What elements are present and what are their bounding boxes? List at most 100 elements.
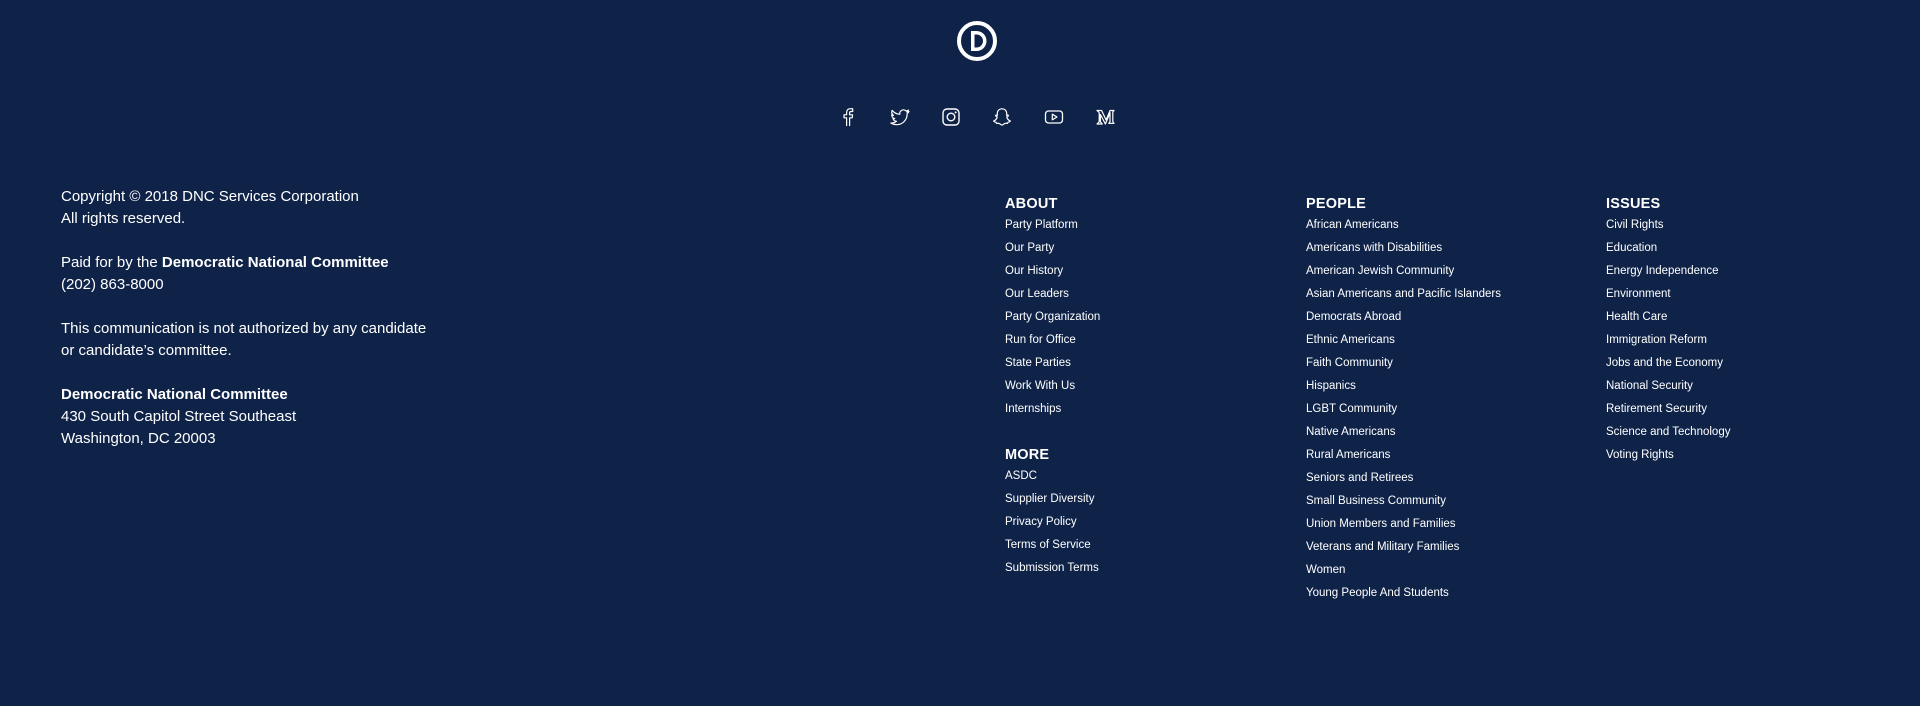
more-link[interactable]: Privacy Policy [1005, 516, 1077, 528]
more-link[interactable]: ASDC [1005, 470, 1037, 482]
medium-icon[interactable] [1094, 106, 1116, 128]
issues-link[interactable]: Energy Independence [1606, 265, 1719, 277]
about-link[interactable]: State Parties [1005, 357, 1071, 369]
about-link[interactable]: Party Platform [1005, 219, 1078, 231]
list-item: Retirement Security [1606, 398, 1730, 421]
list-item: Young People And Students [1306, 582, 1501, 605]
about-link[interactable]: Party Organization [1005, 311, 1100, 323]
more-heading: MORE [1005, 447, 1050, 463]
about-link[interactable]: Our History [1005, 265, 1063, 277]
people-list: African Americans Americans with Disabil… [1306, 214, 1501, 605]
address-block: Democratic National Committee 430 South … [61, 384, 541, 450]
list-item: ASDC [1005, 465, 1100, 488]
people-link[interactable]: Union Members and Families [1306, 518, 1456, 530]
issues-link[interactable]: Retirement Security [1606, 403, 1707, 415]
about-link[interactable]: Internships [1005, 403, 1061, 415]
about-list: Party Platform Our Party Our History Our… [1005, 214, 1100, 421]
site-footer: Copyright © 2018 DNC Services Corporatio… [0, 0, 1920, 706]
more-link[interactable]: Submission Terms [1005, 562, 1099, 574]
address-org: Democratic National Committee [61, 386, 288, 403]
issues-link[interactable]: Immigration Reform [1606, 334, 1707, 346]
people-link[interactable]: African Americans [1306, 219, 1399, 231]
paid-for-prefix: Paid for by the [61, 254, 162, 271]
list-item: Our Party [1005, 237, 1100, 260]
list-item: Asian Americans and Pacific Islanders [1306, 283, 1501, 306]
list-item: Run for Office [1005, 329, 1100, 352]
about-link[interactable]: Our Leaders [1005, 288, 1069, 300]
issues-link[interactable]: Civil Rights [1606, 219, 1664, 231]
list-item: Seniors and Retirees [1306, 467, 1501, 490]
list-item: Party Platform [1005, 214, 1100, 237]
address-city: Washington, DC 20003 [61, 430, 216, 447]
list-item: LGBT Community [1306, 398, 1501, 421]
legal-info: Copyright © 2018 DNC Services Corporatio… [61, 186, 541, 472]
footer-column-about: ABOUT Party Platform Our Party Our Histo… [1005, 194, 1100, 580]
paid-for-org: Democratic National Committee [161, 254, 389, 271]
list-item: Civil Rights [1606, 214, 1730, 237]
more-link[interactable]: Terms of Service [1005, 539, 1091, 551]
list-item: Democrats Abroad [1306, 306, 1501, 329]
list-item: Union Members and Families [1306, 513, 1501, 536]
people-link[interactable]: Ethnic Americans [1306, 334, 1395, 346]
list-item: Rural Americans [1306, 444, 1501, 467]
people-link[interactable]: Asian Americans and Pacific Islanders [1306, 288, 1501, 300]
people-link[interactable]: Americans with Disabilities [1306, 242, 1442, 254]
disclaimer-block: This communication is not authorized by … [61, 318, 541, 362]
list-item: Veterans and Military Families [1306, 536, 1501, 559]
social-links [0, 106, 1920, 128]
more-list: ASDC Supplier Diversity Privacy Policy T… [1005, 465, 1100, 580]
list-item: Health Care [1606, 306, 1730, 329]
issues-link[interactable]: Jobs and the Economy [1606, 357, 1723, 369]
paid-for-line: Paid for by the Democratic National Comm… [61, 252, 541, 274]
issues-link[interactable]: Health Care [1606, 311, 1667, 323]
people-link[interactable]: Small Business Community [1306, 495, 1446, 507]
instagram-icon[interactable] [940, 106, 962, 128]
rights-text: All rights reserved. [61, 210, 186, 227]
about-link[interactable]: Work With Us [1005, 380, 1075, 392]
facebook-icon[interactable] [837, 106, 859, 128]
issues-heading: ISSUES [1606, 196, 1661, 212]
list-item: Americans with Disabilities [1306, 237, 1501, 260]
dnc-logo-icon[interactable] [957, 21, 997, 61]
people-link[interactable]: Faith Community [1306, 357, 1393, 369]
people-link[interactable]: Veterans and Military Families [1306, 541, 1459, 553]
list-item: Science and Technology [1606, 421, 1730, 444]
list-item: Hispanics [1306, 375, 1501, 398]
more-link[interactable]: Supplier Diversity [1005, 493, 1094, 505]
footer-column-people: PEOPLE African Americans Americans with … [1306, 194, 1501, 605]
phone-number: (202) 863-8000 [61, 276, 164, 293]
footer-column-issues: ISSUES Civil Rights Education Energy Ind… [1606, 194, 1730, 467]
copyright-block: Copyright © 2018 DNC Services Corporatio… [61, 186, 541, 230]
people-link[interactable]: LGBT Community [1306, 403, 1397, 415]
paid-for-block: Paid for by the Democratic National Comm… [61, 252, 541, 296]
issues-link[interactable]: National Security [1606, 380, 1693, 392]
people-link[interactable]: American Jewish Community [1306, 265, 1454, 277]
list-item: Party Organization [1005, 306, 1100, 329]
people-link[interactable]: Women [1306, 564, 1345, 576]
list-item: Small Business Community [1306, 490, 1501, 513]
people-link[interactable]: Seniors and Retirees [1306, 472, 1413, 484]
issues-link[interactable]: Science and Technology [1606, 426, 1730, 438]
people-link[interactable]: Hispanics [1306, 380, 1356, 392]
issues-link[interactable]: Education [1606, 242, 1657, 254]
twitter-icon[interactable] [889, 106, 911, 128]
issues-link[interactable]: Environment [1606, 288, 1671, 300]
people-link[interactable]: Democrats Abroad [1306, 311, 1401, 323]
issues-link[interactable]: Voting Rights [1606, 449, 1674, 461]
youtube-icon[interactable] [1043, 106, 1065, 128]
people-link[interactable]: Young People And Students [1306, 587, 1449, 599]
list-item: Native Americans [1306, 421, 1501, 444]
list-item: Our Leaders [1005, 283, 1100, 306]
copyright-text: Copyright © 2018 DNC Services Corporatio… [61, 188, 359, 205]
list-item: Our History [1005, 260, 1100, 283]
list-item: Internships [1005, 398, 1100, 421]
list-item: Faith Community [1306, 352, 1501, 375]
people-link[interactable]: Native Americans [1306, 426, 1395, 438]
list-item: American Jewish Community [1306, 260, 1501, 283]
about-link[interactable]: Our Party [1005, 242, 1054, 254]
snapchat-icon[interactable] [991, 106, 1013, 128]
people-link[interactable]: Rural Americans [1306, 449, 1390, 461]
about-heading: ABOUT [1005, 196, 1058, 212]
about-link[interactable]: Run for Office [1005, 334, 1076, 346]
list-item: Energy Independence [1606, 260, 1730, 283]
